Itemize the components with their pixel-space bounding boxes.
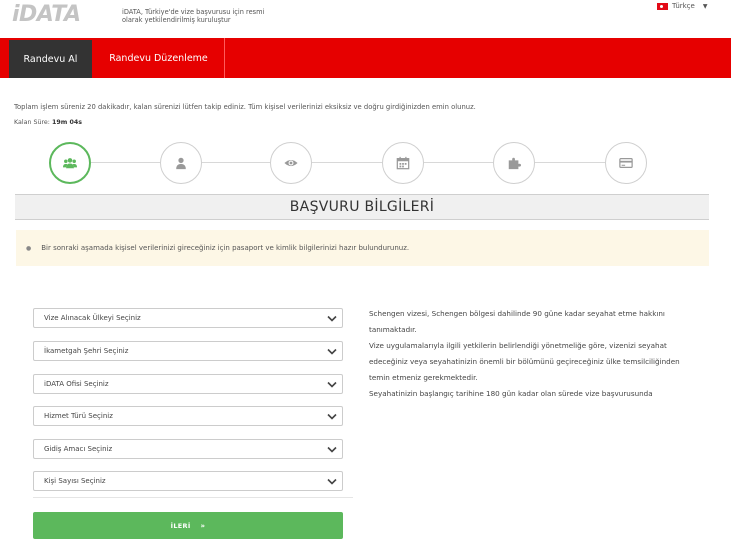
person-count-select[interactable]: Kişi Sayısı Seçiniz (33, 471, 343, 491)
calendar-icon (396, 156, 410, 170)
remaining-time-label: Kalan Süre: (14, 119, 50, 126)
credit-card-icon (619, 158, 633, 168)
select-value: Gidiş Amacı Seçiniz (44, 445, 113, 453)
select-value: İkametgah Şehri Seçiniz (44, 347, 129, 355)
schengen-info-text: Schengen vizesi, Schengen bölgesi dahili… (369, 306, 699, 406)
chevron-down-icon (327, 315, 337, 322)
chevron-down-icon (327, 413, 337, 420)
step-3-review (270, 142, 312, 184)
chevron-down-icon (327, 348, 337, 355)
caret-down-icon: ▼ (702, 2, 708, 10)
arrow-right-icon: » (200, 521, 206, 530)
user-icon (176, 157, 186, 170)
step-6-payment (605, 142, 647, 184)
form-divider (33, 497, 353, 498)
section-title: BAŞVURU BİLGİLERİ (15, 194, 709, 220)
language-selector[interactable]: Türkçe ▼ (657, 2, 707, 10)
header-tagline: iDATA, Türkiye'de vize başvurusu için re… (122, 8, 265, 24)
country-select[interactable]: Vize Alınacak Ülkeyi Seçiniz (33, 308, 343, 328)
travel-purpose-select[interactable]: Gidiş Amacı Seçiniz (33, 439, 343, 459)
bullet-icon: ● (26, 244, 32, 252)
remaining-time: Kalan Süre: 19m 04s (14, 119, 82, 126)
tab-randevu-al[interactable]: Randevu Al (9, 38, 92, 78)
turkey-flag-icon (657, 2, 668, 10)
select-value: Hizmet Türü Seçiniz (44, 412, 113, 420)
step-1-application-info (49, 142, 91, 184)
notice-text: Bir sonraki aşamada kişisel verilerinizi… (41, 244, 410, 252)
chevron-down-icon (327, 478, 337, 485)
users-icon (63, 158, 77, 169)
chevron-down-icon (327, 381, 337, 388)
residence-city-select[interactable]: İkametgah Şehri Seçiniz (33, 341, 343, 361)
step-connector (91, 162, 160, 163)
chevron-down-icon (327, 446, 337, 453)
schengen-info-paragraph: Vize uygulamalarıyla ilgili yetkilerin b… (369, 341, 680, 382)
select-value: iDATA Ofisi Seçiniz (44, 380, 109, 388)
schengen-info-paragraph: Schengen vizesi, Schengen bölgesi dahili… (369, 309, 665, 334)
remaining-time-value: 19m 04s (51, 119, 82, 126)
schengen-info-paragraph: Seyahatinizin başlangıç tarihine 180 gün… (369, 389, 653, 406)
idata-office-select[interactable]: iDATA Ofisi Seçiniz (33, 374, 343, 394)
session-info-text: Toplam işlem süreniz 20 dakikadır, kalan… (14, 103, 476, 111)
step-2-personal-info (160, 142, 202, 184)
step-connector (424, 162, 493, 163)
step-5-extra-services (493, 142, 535, 184)
select-value: Kişi Sayısı Seçiniz (44, 477, 106, 485)
puzzle-icon (508, 157, 521, 170)
next-button-label: İLERİ (170, 521, 191, 530)
passport-notice: ● Bir sonraki aşamada kişisel verilerini… (16, 230, 709, 266)
step-4-appointment-date (382, 142, 424, 184)
step-connector (312, 162, 382, 163)
select-value: Vize Alınacak Ülkeyi Seçiniz (44, 314, 141, 322)
eye-icon (284, 159, 298, 167)
idata-logo[interactable]: iDATA (12, 2, 81, 27)
next-button[interactable]: İLERİ » (33, 512, 343, 539)
language-label: Türkçe (672, 2, 695, 10)
step-connector (202, 162, 270, 163)
tab-randevu-duzenleme[interactable]: Randevu Düzenleme (93, 38, 225, 78)
step-connector (535, 162, 605, 163)
service-type-select[interactable]: Hizmet Türü Seçiniz (33, 406, 343, 426)
